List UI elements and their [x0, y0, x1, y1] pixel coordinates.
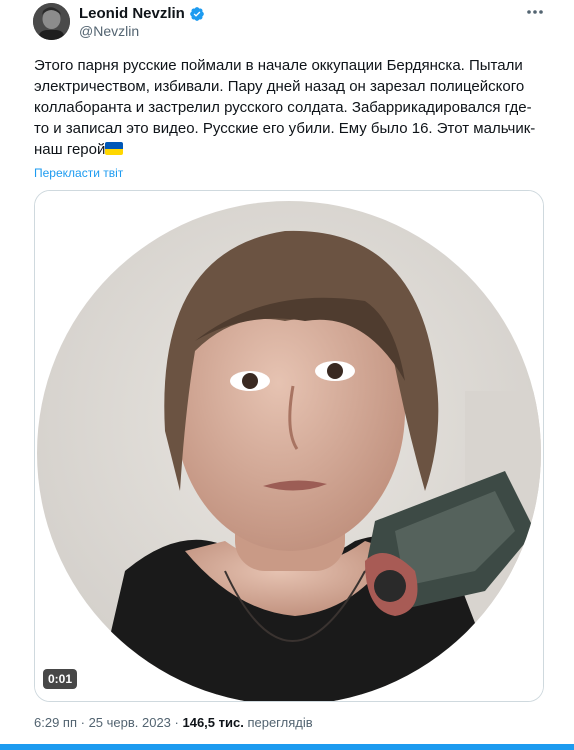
meta-separator-2: ·	[170, 715, 183, 730]
views-count: 146,5 тис.	[182, 715, 244, 730]
verified-badge-icon	[190, 6, 204, 21]
avatar-image	[33, 3, 70, 40]
tweet-text: Этого парня русские поймали в начале окк…	[34, 55, 544, 160]
author-name[interactable]: Leonid Nevzlin	[79, 5, 205, 22]
author-name-text[interactable]: Leonid Nevzlin	[79, 5, 185, 22]
meta-separator: ·	[77, 715, 89, 730]
avatar[interactable]	[33, 3, 70, 40]
tweet-container: Leonid Nevzlin @Nevzlin Этого парня русс…	[0, 0, 574, 750]
author-handle[interactable]: @Nevzlin	[79, 23, 139, 39]
video-thumbnail	[35, 191, 543, 701]
more-horizontal-icon	[527, 10, 543, 14]
views-label: переглядів	[247, 715, 313, 730]
tweet-date[interactable]: 25 черв. 2023	[89, 715, 171, 730]
tweet-meta: 6:29 пп · 25 черв. 2023 · 146,5 тис. пер…	[34, 715, 313, 730]
ukraine-flag-icon	[105, 142, 124, 155]
tweet-time[interactable]: 6:29 пп	[34, 715, 77, 730]
more-options-button[interactable]	[524, 4, 546, 20]
video-duration: 0:01	[43, 669, 78, 689]
video-player[interactable]: 0:01	[34, 190, 544, 702]
translate-tweet-link[interactable]: Перекласти твіт	[34, 166, 123, 180]
bottom-accent-bar	[0, 744, 574, 750]
